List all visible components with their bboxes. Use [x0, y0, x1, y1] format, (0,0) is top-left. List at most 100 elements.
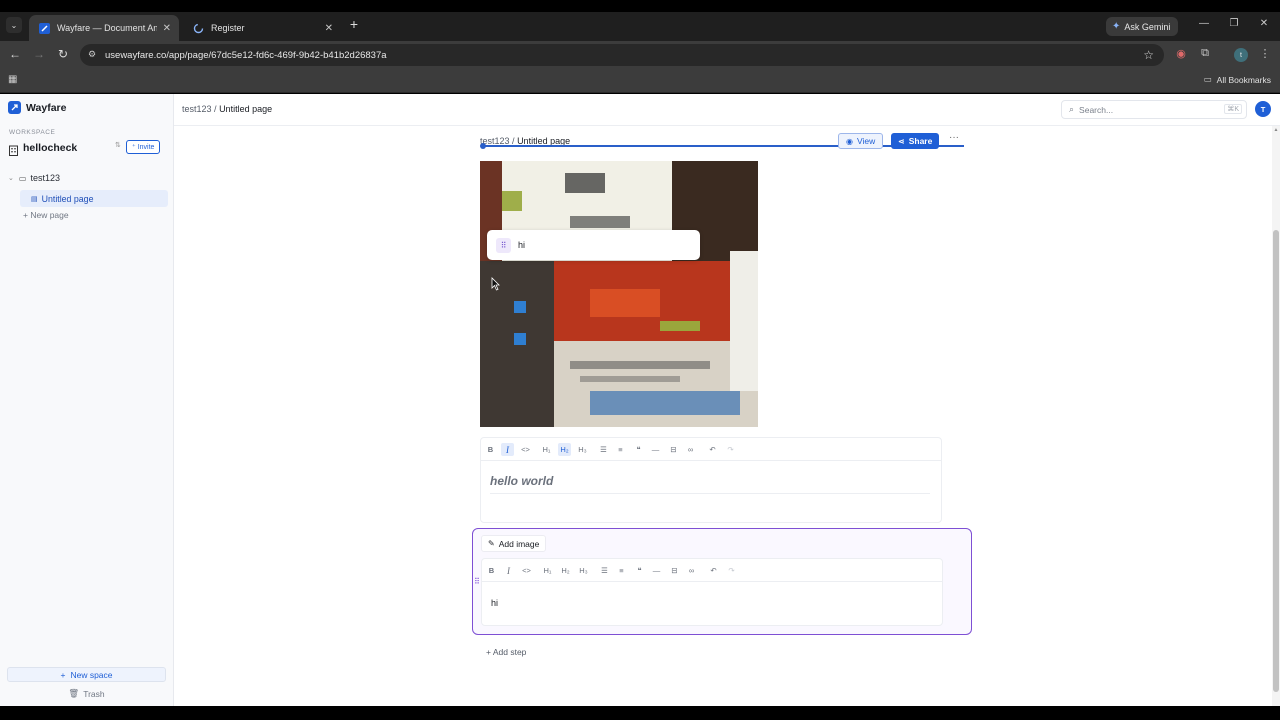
link-icon[interactable]: ∞	[685, 564, 698, 577]
editor-text[interactable]: hi	[491, 598, 498, 608]
new-page-button[interactable]: + New page	[23, 210, 69, 220]
add-image-button[interactable]: ✎ Add image	[481, 535, 547, 552]
link-icon[interactable]: ∞	[684, 443, 697, 456]
site-info-icon[interactable]: ⚙	[88, 49, 96, 60]
loading-favicon-icon	[193, 23, 204, 34]
minimize-icon[interactable]: —	[1196, 18, 1212, 29]
plus-icon: +	[486, 647, 493, 657]
view-button[interactable]: ◉ View	[838, 133, 884, 149]
divider-icon[interactable]: —	[649, 443, 662, 456]
quote-icon[interactable]: ❝	[633, 564, 646, 577]
folder-icon: ▭	[18, 173, 27, 183]
floating-step-tooltip[interactable]: ⠿ hi	[487, 230, 700, 260]
restore-icon[interactable]: ❐	[1226, 18, 1242, 29]
scrollbar-thumb[interactable]	[1273, 230, 1279, 692]
editor-text[interactable]: hello world	[490, 474, 553, 488]
bullet-list-icon[interactable]: ☰	[598, 564, 611, 577]
add-step-button[interactable]: + Add step	[486, 647, 526, 657]
undo-icon[interactable]: ↶	[706, 443, 719, 456]
more-options-icon[interactable]: ···	[949, 132, 959, 143]
close-window-icon[interactable]: ✕	[1256, 18, 1272, 29]
breadcrumb-space[interactable]: test123	[182, 104, 212, 114]
user-avatar[interactable]: T	[1255, 101, 1271, 117]
all-bookmarks-label: All Bookmarks	[1216, 74, 1271, 85]
bookmark-star-icon[interactable]: ☆	[1143, 48, 1154, 62]
browser-menu-icon[interactable]: ⋮	[1257, 47, 1273, 60]
trash-icon: 🗑︎	[68, 688, 80, 698]
quote-icon[interactable]: ❝	[632, 443, 645, 456]
heading1-icon[interactable]: H₁	[540, 443, 553, 456]
search-icon: ⌕	[1069, 104, 1075, 114]
tab-search-dropdown[interactable]: ⌄	[6, 17, 22, 33]
share-button[interactable]: ⋖ Share	[891, 133, 940, 149]
bold-icon[interactable]: B	[485, 564, 498, 577]
search-input[interactable]: ⌕ Search... ⌘K	[1061, 100, 1247, 119]
ordered-list-icon[interactable]: ≡	[615, 564, 628, 577]
ordered-list-icon[interactable]: ≡	[614, 443, 627, 456]
new-space-button[interactable]: + New space	[7, 667, 166, 682]
code-icon[interactable]: <>	[520, 564, 533, 577]
all-bookmarks-button[interactable]: ▭ All Bookmarks	[1204, 74, 1271, 85]
close-tab-icon[interactable]: ✕	[163, 23, 171, 34]
step-card[interactable]: ✎ Add image ⠿ B I <> H₁ H₂ H₃ ☰ ≡ ❝ — ⊟ …	[472, 528, 972, 635]
sidebar-space-test123[interactable]: ⌄ ▭ test123	[8, 173, 60, 183]
browser-tab-register[interactable]: Register ✕	[183, 15, 341, 41]
wayfare-favicon-icon	[39, 22, 50, 34]
heading2-icon[interactable]: H₂	[558, 443, 571, 456]
plus-icon: +	[60, 669, 66, 680]
heading-underline	[490, 493, 930, 494]
extension-shield-icon[interactable]: ◉	[1173, 47, 1189, 60]
divider-icon[interactable]: —	[650, 564, 663, 577]
search-shortcut: ⌘K	[1224, 104, 1242, 114]
bullet-list-icon[interactable]: ☰	[597, 443, 610, 456]
undo-icon[interactable]: ↶	[707, 564, 720, 577]
code-icon[interactable]: <>	[519, 443, 532, 456]
forward-arrow-icon[interactable]: →	[31, 47, 47, 61]
redo-icon[interactable]: ↷	[725, 564, 738, 577]
bold-icon[interactable]: B	[484, 443, 497, 456]
page-content: test123 / Untitled page ◉ View ⋖ Share ·…	[174, 126, 1280, 706]
editor-toolbar: B I <> H₁ H₂ H₃ ☰ ≡ ❝ — ⊟ ∞ ↶ ↷	[481, 438, 941, 461]
ask-gemini-button[interactable]: ✦ Ask Gemini	[1106, 17, 1179, 36]
brand[interactable]: Wayfare	[8, 101, 66, 114]
rich-text-editor[interactable]: B I <> H₁ H₂ H₃ ☰ ≡ ❝ — ⊟ ∞ ↶ ↷ hi	[481, 558, 943, 626]
reload-icon[interactable]: ↻	[55, 47, 71, 61]
bookmarks-bar: ▦ ▭ All Bookmarks	[0, 69, 1280, 93]
italic-icon[interactable]: I	[501, 443, 514, 456]
new-tab-plus-icon[interactable]: +	[346, 16, 362, 32]
drag-handle-icon[interactable]: ⠿	[474, 577, 480, 586]
heading1-icon[interactable]: H₁	[541, 564, 554, 577]
sidebar-item-label: Untitled page	[41, 193, 94, 204]
trash-button[interactable]: 🗑︎ Trash	[7, 686, 166, 701]
scroll-up-arrow-icon[interactable]: ▲	[1273, 127, 1279, 133]
browser-tab-wayfare[interactable]: Wayfare — Document Any Wo ✕	[29, 15, 179, 41]
breadcrumb-page[interactable]: Untitled page	[219, 104, 272, 114]
chevron-updown-icon[interactable]: ⇅	[115, 141, 121, 149]
close-tab-icon[interactable]: ✕	[325, 23, 333, 34]
ask-gemini-label: Ask Gemini	[1124, 21, 1171, 32]
heading2-icon[interactable]: H₂	[559, 564, 572, 577]
step-screenshot-image[interactable]	[480, 161, 758, 427]
apps-grid-icon[interactable]: ▦	[8, 74, 17, 85]
heading3-icon[interactable]: H₃	[576, 443, 589, 456]
extensions-puzzle-icon[interactable]: ⧉	[1197, 47, 1213, 60]
floating-step-text: hi	[518, 240, 526, 250]
chevron-down-icon[interactable]: ⌄	[8, 174, 14, 182]
profile-avatar[interactable]: t	[1234, 48, 1248, 62]
redo-icon[interactable]: ↷	[724, 443, 737, 456]
heading3-icon[interactable]: H₃	[577, 564, 590, 577]
mouse-cursor-icon	[491, 277, 500, 291]
sidebar-item-untitled-page[interactable]: ▤ Untitled page	[20, 190, 168, 207]
new-page-label: New page	[30, 210, 69, 220]
rich-text-editor[interactable]: B I <> H₁ H₂ H₃ ☰ ≡ ❝ — ⊟ ∞ ↶ ↷ hello wo…	[480, 437, 942, 523]
italic-icon[interactable]: I	[502, 564, 515, 577]
invite-button[interactable]: ⁺ Invite	[126, 140, 161, 154]
pixelated-screenshot	[480, 161, 758, 427]
drag-handle-icon[interactable]: ⠿	[496, 237, 511, 253]
view-label: View	[856, 136, 876, 146]
back-arrow-icon[interactable]: ←	[7, 47, 23, 61]
code-block-icon[interactable]: ⊟	[668, 564, 681, 577]
workspace-selector[interactable]: hellocheck ⇅ ⁺ Invite	[8, 140, 168, 156]
address-bar[interactable]: ⚙ usewayfare.co/app/page/67dc5e12-fd6c-4…	[80, 44, 1164, 66]
code-block-icon[interactable]: ⊟	[667, 443, 680, 456]
